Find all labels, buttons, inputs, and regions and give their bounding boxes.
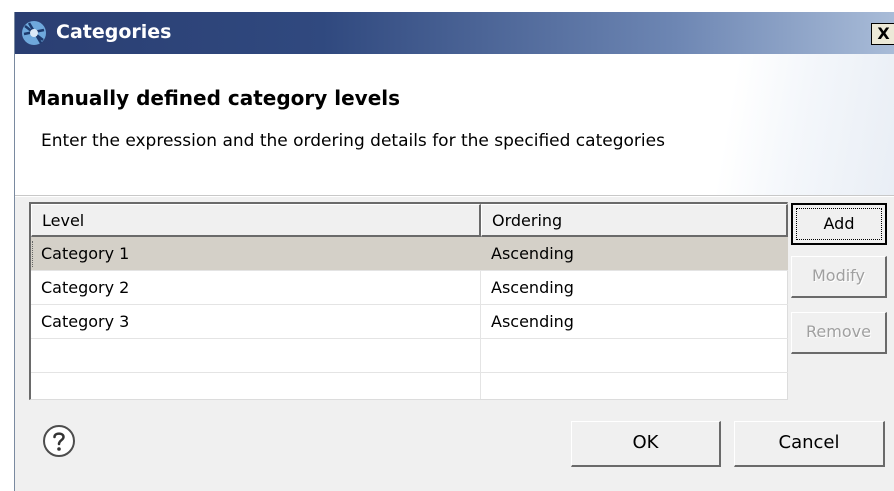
close-button[interactable]: X: [871, 23, 894, 45]
add-button[interactable]: Add: [791, 203, 887, 245]
header-banner: Manually defined category levels Enter t…: [15, 54, 894, 195]
ok-button[interactable]: OK: [571, 421, 721, 467]
cell-level[interactable]: Category 1: [31, 237, 481, 270]
table-row[interactable]: Category 2 Ascending: [31, 271, 788, 305]
page-description: Enter the expression and the ordering de…: [41, 131, 665, 151]
banner-separator: [15, 195, 894, 197]
modify-button[interactable]: Modify: [791, 256, 887, 298]
cell-level[interactable]: Category 2: [31, 271, 481, 304]
cell-level[interactable]: Category 3: [31, 305, 481, 338]
empty-table-row[interactable]: [31, 339, 788, 373]
cell-ordering[interactable]: Ascending: [481, 271, 788, 304]
cancel-button[interactable]: Cancel: [734, 421, 885, 467]
app-icon: [22, 21, 46, 45]
title-bar[interactable]: Categories X: [15, 12, 894, 54]
cell-ordering-empty[interactable]: [481, 373, 788, 399]
table-header: Level Ordering: [31, 204, 788, 237]
table-row[interactable]: Category 1 Ascending: [31, 237, 788, 271]
empty-table-row[interactable]: [31, 373, 788, 399]
help-icon[interactable]: [42, 424, 76, 458]
column-header-level[interactable]: Level: [31, 204, 481, 237]
categories-dialog: Categories X Manually defined category l…: [14, 12, 894, 491]
cell-level-empty[interactable]: [31, 339, 481, 372]
window-title: Categories: [56, 21, 172, 43]
table-row[interactable]: Category 3 Ascending: [31, 305, 788, 339]
cell-ordering-empty[interactable]: [481, 339, 788, 372]
cell-ordering[interactable]: Ascending: [481, 237, 788, 270]
column-header-ordering[interactable]: Ordering: [481, 204, 788, 237]
add-button-label: Add: [796, 208, 882, 240]
page-title: Manually defined category levels: [27, 86, 401, 110]
cell-ordering[interactable]: Ascending: [481, 305, 788, 338]
remove-button[interactable]: Remove: [791, 312, 887, 354]
category-levels-table[interactable]: Level Ordering Category 1 Ascending Cate…: [29, 202, 788, 400]
cell-level-empty[interactable]: [31, 373, 481, 399]
